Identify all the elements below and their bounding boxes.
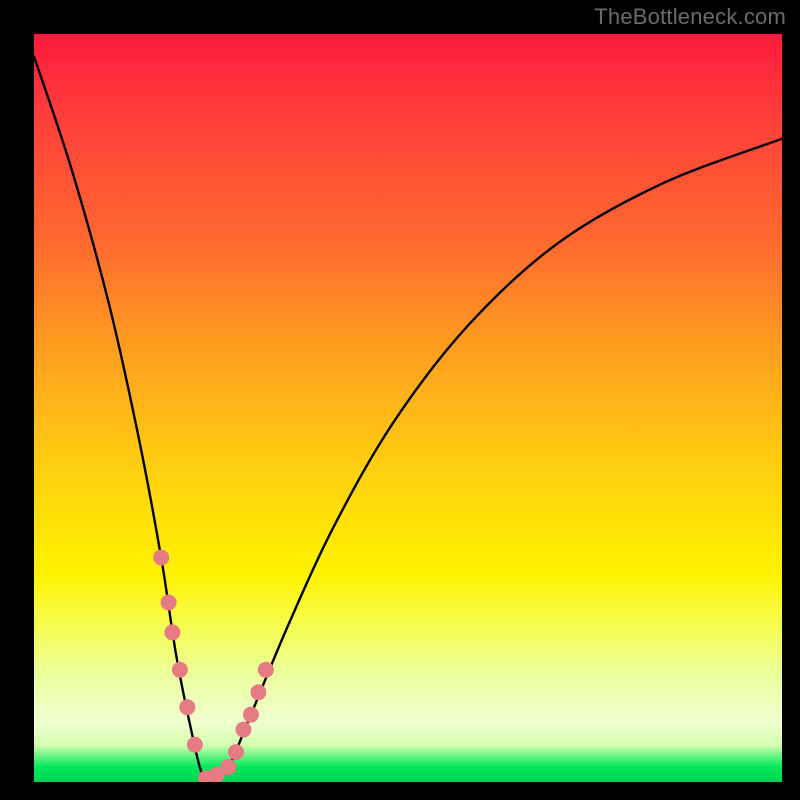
marker-dot: [250, 684, 266, 700]
chart-frame: TheBottleneck.com: [0, 0, 800, 800]
marker-dot: [172, 662, 188, 678]
marker-dot: [243, 707, 259, 723]
marker-dot: [153, 550, 169, 566]
marker-dot: [164, 624, 180, 640]
watermark-text: TheBottleneck.com: [594, 4, 786, 30]
bottleneck-curve: [34, 56, 782, 782]
marker-group: [153, 550, 274, 782]
marker-dot: [235, 722, 251, 738]
curve-layer: [34, 34, 782, 782]
marker-dot: [220, 759, 236, 775]
marker-dot: [258, 662, 274, 678]
marker-dot: [179, 699, 195, 715]
marker-dot: [228, 744, 244, 760]
plot-area: [34, 34, 782, 782]
marker-dot: [161, 594, 177, 610]
marker-dot: [187, 737, 203, 753]
